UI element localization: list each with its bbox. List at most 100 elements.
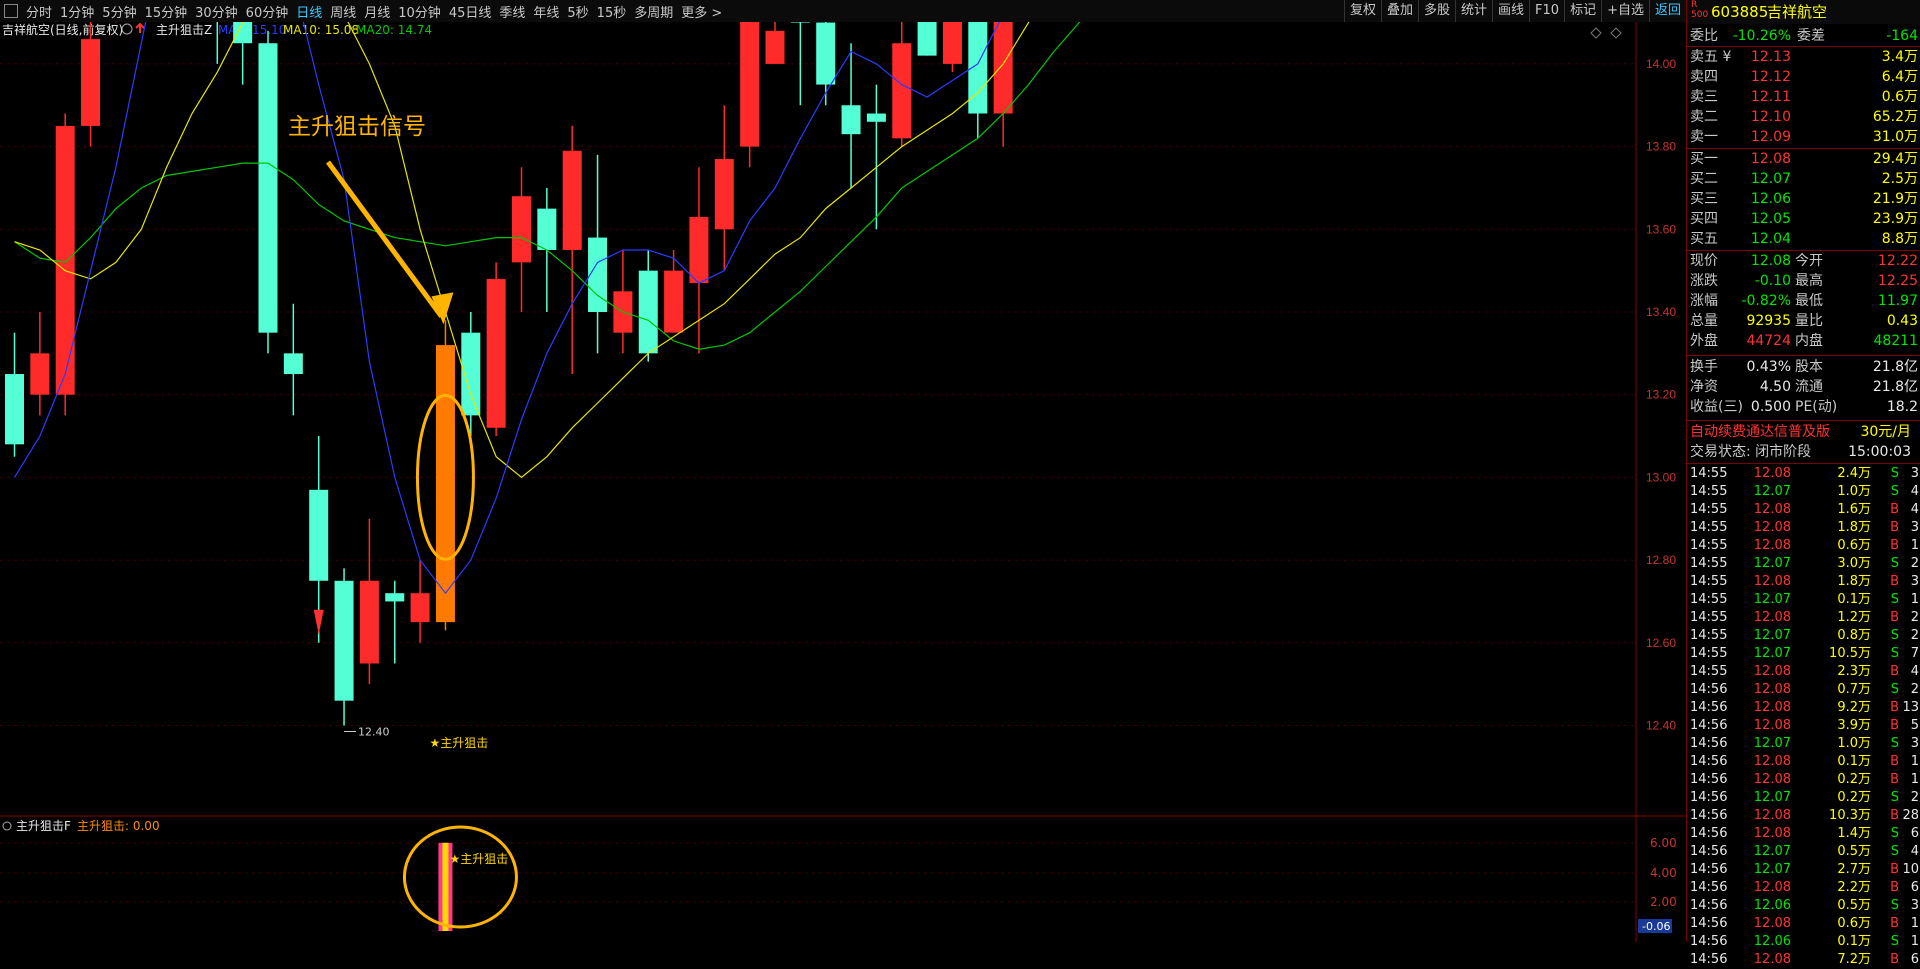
tick-row: 14:55 12.07 1.0万 S 4 [1690,484,1919,499]
period-tab[interactable]: 分时 [22,2,56,21]
period-tab[interactable]: 5秒 [563,2,592,21]
candle-body [866,113,886,122]
candle-body [537,208,557,250]
menu-icon[interactable] [4,4,18,18]
period-tab[interactable]: 季线 [495,2,529,21]
tick-row: 14:56 12.06 0.1万 S 1 [1690,934,1919,949]
period-tab[interactable]: 1分钟 [56,2,98,21]
candle-body [917,22,937,56]
tick-row: 14:56 12.07 2.7万 B 10 [1690,862,1919,877]
toolbar-button[interactable]: 标记 [1564,0,1601,22]
candle-body [638,270,658,354]
signal-candle-label: ★主升狙击 [429,736,488,750]
price-tick: 13.40 [1646,305,1676,319]
period-tab[interactable]: 5分钟 [98,2,140,21]
weibi-row: 委比 -10.26% 委差 -164 [1690,28,1918,44]
candle-body [486,278,506,428]
period-tab[interactable]: 多周期 [630,2,677,21]
sub-tick: 4.00 [1650,866,1677,880]
toolbar-right-buttons: 复权 叠加 多股 统计 画线 F10 标记 +自选 返回 [1343,0,1686,22]
period-tab[interactable]: 15秒 [593,2,631,21]
tick-row: 14:56 12.08 0.7万 S 2 [1690,682,1919,697]
stat-row: 收益(三) 0.500 PE(动) 18.2 [1690,399,1918,415]
period-tab[interactable]: 60分钟 [242,2,293,21]
candle-body [689,216,709,284]
stock-code: 603885 [1711,3,1769,21]
low-label: 12.40 [358,726,390,739]
toolbar-button[interactable]: 统计 [1455,0,1492,22]
sub-tick: 6.00 [1650,836,1677,850]
kline-chart[interactable]: 15.8015.6015.4015.2015.0014.8014.6014.40… [0,22,1686,942]
period-toolbar: 分时 1分钟 5分钟 15分钟 30分钟 60分钟 日线 周线 月线 10分钟 45日线 季线 年线 5秒… [0,0,1686,23]
tick-row: 14:56 12.08 1.4万 S 6 [1690,826,1919,841]
period-tab[interactable]: 更多 > [677,2,726,21]
indicator-name: 主升狙击Z [156,23,212,37]
bid-row: 买三 12.06 21.9万 [1690,191,1918,207]
quote-panel: R 500 603885 吉祥航空 委比 -10.26% 委差 -164 卖五 ¥… [1686,0,1920,967]
chart-stock-title: 吉祥航空(日线,前复权) [2,22,123,37]
candle-body [385,593,405,602]
period-tab[interactable]: 10分钟 [394,2,445,21]
promo-row[interactable]: 自动续费通达信普及版 30元/月 [1687,422,1920,442]
candle-body [942,22,962,64]
candle-body [5,374,24,445]
ask-row: 卖五 ¥12.13 3.4万 [1690,49,1918,65]
price-tick: 12.80 [1646,553,1676,567]
quote-title: R 500 603885 吉祥航空 [1687,0,1920,24]
candle-body [740,22,760,147]
candle-body [334,580,354,701]
signal-title: 主升狙击信号 [288,114,426,140]
bid-row: 买五 12.04 8.8万 [1690,231,1918,247]
tick-row: 14:55 12.07 0.8万 S 2 [1690,628,1919,643]
tick-row: 14:56 12.06 0.5万 S 3 [1690,898,1919,913]
tick-row: 14:56 12.08 2.2万 B 6 [1690,880,1919,895]
candle-body [410,593,430,623]
toolbar-button[interactable]: 复权 [1343,0,1381,22]
period-tab[interactable]: 30分钟 [191,2,242,21]
stat-row: 净资 4.50 流通 21.8亿 [1690,379,1918,395]
tick-row: 14:56 12.07 1.0万 S 3 [1690,736,1919,751]
candle-body [714,159,734,230]
period-tab[interactable]: 年线 [529,2,563,21]
stat-row: 现价 12.08 今开 12.22 [1690,253,1918,269]
tick-row: 14:55 12.08 0.6万 B 1 [1690,538,1919,553]
candle-body [359,580,379,664]
r-badge: R 500 [1691,0,1709,20]
period-tab[interactable]: 月线 [360,2,394,21]
toolbar-button[interactable]: F10 [1529,0,1564,22]
sub-indicator-name: 主升狙击F [16,819,71,833]
toolbar-button[interactable]: 多股 [1417,0,1455,22]
period-tab[interactable]: 45日线 [445,2,496,21]
candle-body [816,22,836,85]
stat-row: 外盘 44724 内盘 48211 [1690,333,1918,349]
price-tick: 13.60 [1646,222,1676,236]
period-tab[interactable]: 周线 [326,2,360,21]
tick-row: 14:56 12.07 0.5万 S 4 [1690,844,1919,859]
period-tab[interactable]: 15分钟 [141,2,192,21]
sub-signal-label: ★主升狙击 [449,852,508,866]
candle-body [765,30,785,64]
tick-row: 14:56 12.08 3.9万 B 5 [1690,718,1919,733]
candle-body [664,270,684,333]
stat-row: 涨跌 -0.10 最高 12.25 [1690,273,1918,289]
candle-body [892,43,912,139]
ma20-label: MA20: 14.74 [356,23,432,37]
toolbar-button[interactable]: 画线 [1492,0,1529,22]
period-tab[interactable]: 日线 [292,2,326,21]
tick-row: 14:56 12.08 9.2万 B 13 [1690,700,1919,715]
toolbar-button[interactable]: 叠加 [1380,0,1418,22]
tick-row: 14:56 12.08 0.6万 B 1 [1690,916,1919,931]
price-tick: 12.40 [1646,719,1676,733]
tick-row: 14:55 12.08 1.2万 B 2 [1690,610,1919,625]
stat-row: 换手 0.43% 股本 21.8亿 [1690,359,1918,375]
price-tick: 13.20 [1646,388,1676,402]
tick-row: 14:56 12.08 0.1万 B 1 [1690,754,1919,769]
candle-body [435,345,455,623]
candle-body [55,125,75,395]
period-tabs: 分时 1分钟 5分钟 15分钟 30分钟 60分钟 日线 周线 月线 10分钟 45日线 季线 年线 5秒… [22,2,726,21]
candle-body [258,43,278,333]
toolbar-button[interactable]: 返回 [1648,0,1686,22]
candle-body [993,22,1013,114]
toolbar-button[interactable]: +自选 [1601,0,1649,22]
bid-row: 买一 12.08 29.4万 [1690,151,1918,167]
